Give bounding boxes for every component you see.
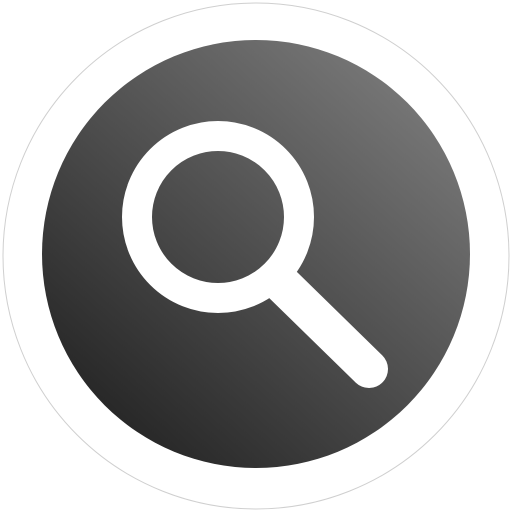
icon-disc [42,40,470,468]
search-icon[interactable] [0,0,512,512]
search-app-icon[interactable] [0,0,512,512]
